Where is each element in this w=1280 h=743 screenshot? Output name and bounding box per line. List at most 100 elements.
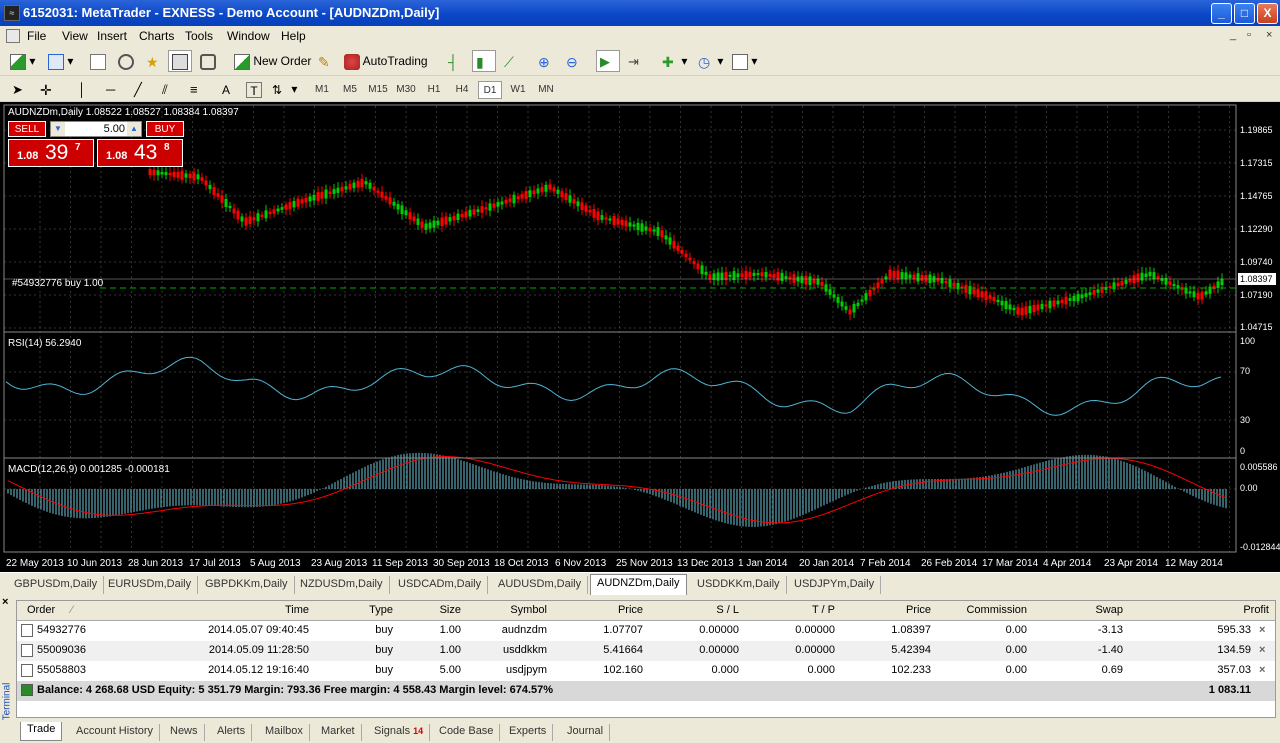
chart-tab[interactable]: EURUSDm,Daily — [102, 576, 199, 594]
metaeditor-button[interactable]: ✎ — [314, 50, 338, 72]
tab-trade[interactable]: Trade — [20, 722, 63, 741]
menu-tools[interactable]: Tools — [185, 29, 213, 43]
lot-increase-button[interactable]: ▲ — [127, 122, 141, 136]
zoom-out-button[interactable]: ⊖ — [562, 50, 586, 72]
text-button[interactable]: A — [214, 78, 238, 100]
column-header-price[interactable]: Price — [551, 604, 643, 616]
minimize-button[interactable]: _ — [1211, 3, 1232, 24]
vertical-line-button[interactable]: │ — [74, 78, 98, 100]
position-label[interactable]: #54932776 buy 1.00 — [12, 278, 103, 289]
navigator-button[interactable] — [114, 50, 138, 72]
close-order-icon[interactable]: × — [1259, 664, 1265, 676]
tab-account-history[interactable]: Account History — [70, 724, 161, 741]
market-watch-button[interactable] — [86, 50, 110, 72]
profiles-button[interactable]: ▾ — [44, 50, 77, 72]
child-close-button[interactable]: × — [1266, 29, 1272, 41]
templates-button[interactable]: ▾ — [728, 50, 761, 72]
child-restore-button[interactable]: ▫ — [1247, 29, 1251, 41]
label-button[interactable]: T — [242, 78, 266, 100]
timeframe-w1[interactable]: W1 — [506, 81, 530, 99]
timeframe-mn[interactable]: MN — [534, 81, 558, 99]
menu-view[interactable]: View — [62, 29, 88, 43]
chart-tab[interactable]: USDDKKm,Daily — [691, 576, 787, 594]
column-header-symbol[interactable]: Symbol — [465, 604, 547, 616]
bid-price-button[interactable]: 1.08 39 7 — [8, 139, 94, 167]
channel-button[interactable]: ⫽ — [158, 78, 182, 100]
column-header-time[interactable]: Time — [141, 604, 309, 616]
column-header-size[interactable]: Size — [397, 604, 461, 616]
tab-journal[interactable]: Journal — [561, 724, 611, 741]
new-order-button[interactable]: New Order — [230, 50, 315, 72]
tab-news[interactable]: News — [164, 724, 205, 741]
new-chart-button[interactable]: ▾ — [6, 50, 39, 72]
buy-button[interactable]: BUY — [146, 121, 184, 137]
maximize-button[interactable]: □ — [1234, 3, 1255, 24]
timeframe-m1[interactable]: M1 — [310, 81, 334, 99]
fibonacci-button[interactable]: ≡ — [186, 78, 210, 100]
column-header-order[interactable]: Order — [27, 604, 55, 616]
trendline-button[interactable]: ╱ — [130, 78, 154, 100]
tab-experts[interactable]: Experts — [503, 724, 554, 741]
chart-shift-button[interactable]: ⇥ — [624, 50, 648, 72]
table-row[interactable]: 54932776 2014.05.07 09:40:45 buy 1.00 audnzd… — [17, 621, 1275, 641]
chart-tab[interactable]: AUDUSDm,Daily — [492, 576, 589, 594]
child-minimize-button[interactable]: _ — [1230, 29, 1236, 41]
tab-code-base[interactable]: Code Base — [433, 724, 501, 741]
zoom-in-button[interactable]: ⊕ — [534, 50, 558, 72]
auto-scroll-button[interactable]: ▶ — [596, 50, 620, 72]
tab-signals[interactable]: Signals 14 — [368, 724, 431, 741]
close-button[interactable]: X — [1257, 3, 1278, 24]
document-icon[interactable] — [6, 29, 20, 43]
chart-tab[interactable]: GBPDKKm,Daily — [199, 576, 295, 594]
ask-price-button[interactable]: 1.08 43 8 — [97, 139, 183, 167]
table-row[interactable]: 55058803 2014.05.12 19:16:40 buy 5.00 usdjpy… — [17, 661, 1275, 681]
timeframe-h1[interactable]: H1 — [422, 81, 446, 99]
chart-tab[interactable]: GBPUSDm,Daily — [8, 576, 105, 594]
data-window-button[interactable] — [168, 50, 192, 72]
arrows-button[interactable]: ⇅ ▾ — [268, 78, 301, 100]
indicators-button[interactable]: ✚ ▾ — [658, 50, 691, 72]
menu-insert[interactable]: Insert — [97, 29, 127, 43]
chart-tab-active[interactable]: AUDNZDm,Daily — [590, 574, 687, 595]
bar-chart-button[interactable]: ┤ — [444, 50, 468, 72]
menu-file[interactable]: File — [27, 29, 46, 43]
sell-button[interactable]: SELL — [8, 121, 46, 137]
column-header-sl[interactable]: S / L — [647, 604, 739, 616]
table-row[interactable]: 55009036 2014.05.09 11:28:50 buy 1.00 usddkk… — [17, 641, 1275, 661]
column-header-swap[interactable]: Swap — [1031, 604, 1123, 616]
chart-tab[interactable]: USDCADm,Daily — [392, 576, 489, 594]
tab-mailbox[interactable]: Mailbox — [259, 724, 310, 741]
timeframe-h4[interactable]: H4 — [450, 81, 474, 99]
menu-window[interactable]: Window — [227, 29, 270, 43]
column-header-commission[interactable]: Commission — [935, 604, 1027, 616]
menu-charts[interactable]: Charts — [139, 29, 174, 43]
horizontal-line-button[interactable]: ─ — [102, 78, 126, 100]
line-chart-button[interactable]: ⟋ — [500, 50, 524, 72]
balance-row[interactable]: Balance: 4 268.68 USD Equity: 5 351.79 M… — [17, 681, 1275, 701]
candlestick-button[interactable]: ▮ — [472, 50, 496, 72]
autotrading-button[interactable]: AutoTrading — [340, 50, 432, 72]
chart-window[interactable]: AUDNZDm,Daily 1.08522 1.08527 1.08384 1.… — [0, 102, 1280, 572]
price-chart[interactable] — [0, 102, 1280, 572]
close-order-icon[interactable]: × — [1259, 644, 1265, 656]
terminal-close-icon[interactable]: × — [2, 596, 8, 608]
chart-tab[interactable]: NZDUSDm,Daily — [294, 576, 390, 594]
favorites-button[interactable]: ★ — [142, 50, 166, 72]
column-header-current-price[interactable]: Price — [839, 604, 931, 616]
tab-market[interactable]: Market — [315, 724, 362, 741]
column-header-type[interactable]: Type — [313, 604, 393, 616]
lot-size-input[interactable] — [67, 122, 125, 136]
strategy-tester-button[interactable] — [196, 50, 220, 72]
column-header-tp[interactable]: T / P — [743, 604, 835, 616]
chart-tab[interactable]: USDJPYm,Daily — [788, 576, 882, 594]
close-order-icon[interactable]: × — [1259, 624, 1265, 636]
timeframe-m5[interactable]: M5 — [338, 81, 362, 99]
tab-alerts[interactable]: Alerts — [211, 724, 253, 741]
timeframe-m30[interactable]: M30 — [394, 81, 418, 99]
periods-button[interactable]: ◷ ▾ — [694, 50, 727, 72]
menu-help[interactable]: Help — [281, 29, 306, 43]
crosshair-button[interactable]: ✛ — [36, 78, 60, 100]
timeframe-m15[interactable]: M15 — [366, 81, 390, 99]
timeframe-d1[interactable]: D1 — [478, 81, 502, 99]
lot-decrease-button[interactable]: ▼ — [51, 122, 65, 136]
